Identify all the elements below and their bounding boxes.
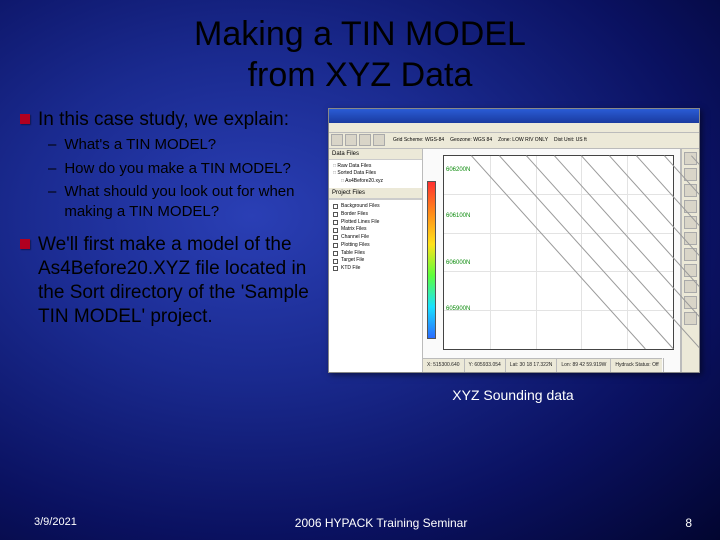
dash-icon: –	[48, 182, 56, 221]
bullet-2-text: We'll first make a model of the As4Befor…	[38, 233, 318, 328]
status-cell: Lat: 30 18 17.322N	[506, 358, 558, 372]
axis-label: 606100N	[446, 213, 470, 219]
file-tree: Raw Data Files Sorted Data Files As4Befo…	[329, 160, 422, 189]
bullet-icon	[20, 114, 30, 124]
topbar-text: Geozone: WGS 84	[450, 137, 492, 143]
checkbox-icon	[333, 266, 338, 271]
bullet-icon	[20, 239, 30, 249]
plot-area: 606200N 606100N 606000N 605900N	[423, 149, 681, 372]
panel-title: Data Files	[329, 149, 422, 160]
file-item: Background Files	[333, 203, 418, 211]
window-toolbar: Grid Scheme: WGS-84 Geozone: WGS 84 Zone…	[329, 133, 699, 149]
status-cell: Hydrack Status: Off	[611, 358, 663, 372]
checkbox-icon	[333, 251, 338, 256]
checkbox-icon	[333, 220, 338, 225]
sub-item: –What should you look out for when makin…	[46, 182, 318, 221]
file-label: Channel File	[341, 234, 369, 242]
status-cell: Y: 605933.054	[465, 358, 506, 372]
slide-footer: 3/9/2021 2006 HYPACK Training Seminar 8	[0, 516, 720, 530]
app-screenshot: Grid Scheme: WGS-84 Geozone: WGS 84 Zone…	[328, 108, 700, 373]
topbar-text: Grid Scheme: WGS-84	[393, 137, 444, 143]
toolbar-button	[331, 134, 343, 146]
file-item: Plotting Files	[333, 242, 418, 250]
file-label: Target File	[341, 257, 364, 265]
axis-label: 605900N	[446, 306, 470, 312]
checkbox-icon	[333, 243, 338, 248]
bullet-1-text: In this case study, we explain:	[38, 108, 289, 132]
file-item: Plotted Lines File	[333, 219, 418, 227]
sub-text: What should you look out for when making…	[64, 182, 318, 221]
toolbar-info: Grid Scheme: WGS-84 Geozone: WGS 84 Zone…	[387, 137, 697, 143]
file-item: Channel File	[333, 234, 418, 242]
file-label: Border Files	[341, 211, 368, 219]
content-area: In this case study, we explain: –What's …	[0, 96, 720, 403]
file-item: Table Files	[333, 250, 418, 258]
project-files: Background Files Border Files Plotted Li…	[329, 199, 422, 372]
slide-title: Making a TIN MODEL from XYZ Data	[0, 0, 720, 96]
sub-text: What's a TIN MODEL?	[64, 135, 216, 155]
checkbox-icon	[333, 212, 338, 217]
footer-page-number: 8	[685, 516, 692, 530]
file-item: Target File	[333, 257, 418, 265]
window-titlebar	[329, 109, 699, 123]
checkbox-icon	[333, 228, 338, 233]
file-label: Background Files	[341, 203, 380, 211]
title-line1: Making a TIN MODEL	[194, 15, 526, 53]
file-item: Border Files	[333, 211, 418, 219]
footer-date: 3/9/2021	[34, 516, 77, 530]
window-body: Data Files Raw Data Files Sorted Data Fi…	[329, 149, 699, 372]
bullet-1: In this case study, we explain:	[20, 108, 318, 132]
checkbox-icon	[333, 259, 338, 264]
topbar-text: Dist Unit: US ft	[554, 137, 587, 143]
sub-text: How do you make a TIN MODEL?	[64, 159, 290, 179]
dash-icon: –	[48, 135, 56, 155]
color-gradient	[427, 181, 436, 339]
bullet-2: We'll first make a model of the As4Befor…	[20, 233, 318, 328]
sub-item: –How do you make a TIN MODEL?	[46, 159, 318, 179]
sub-bullets: –What's a TIN MODEL? –How do you make a …	[46, 135, 318, 221]
title-line2: from XYZ Data	[248, 56, 473, 94]
plot-canvas: 606200N 606100N 606000N 605900N	[443, 155, 674, 350]
footer-seminar: 2006 HYPACK Training Seminar	[77, 516, 685, 530]
tree-item: Raw Data Files	[333, 163, 418, 171]
status-bar: X: 515300.640 Y: 605933.054 Lat: 30 18 1…	[423, 358, 662, 372]
toolbar-button	[359, 134, 371, 146]
panel-title: Project Files	[329, 188, 422, 199]
sub-item: –What's a TIN MODEL?	[46, 135, 318, 155]
tree-item: Sorted Data Files	[333, 170, 418, 178]
file-label: Matrix Files	[341, 226, 367, 234]
file-label: KTD File	[341, 265, 360, 273]
right-column: Grid Scheme: WGS-84 Geozone: WGS 84 Zone…	[318, 108, 698, 403]
checkbox-icon	[333, 235, 338, 240]
file-label: Table Files	[341, 250, 365, 258]
screenshot-caption: XYZ Sounding data	[328, 387, 698, 403]
left-column: In this case study, we explain: –What's …	[20, 108, 318, 403]
toolbar-button	[345, 134, 357, 146]
file-item: Matrix Files	[333, 226, 418, 234]
file-label: Plotting Files	[341, 242, 370, 250]
file-label: Plotted Lines File	[341, 219, 379, 227]
toolbar-button	[373, 134, 385, 146]
left-panel: Data Files Raw Data Files Sorted Data Fi…	[329, 149, 423, 372]
tree-item: As4Before20.xyz	[333, 178, 418, 186]
status-cell: X: 515300.640	[423, 358, 465, 372]
checkbox-icon	[333, 204, 338, 209]
axis-label: 606200N	[446, 167, 470, 173]
window-menubar	[329, 123, 699, 133]
tool-button	[684, 232, 697, 245]
topbar-text: Zone: LOW RIV ONLY	[498, 137, 548, 143]
axis-label: 606000N	[446, 260, 470, 266]
status-cell: Lon: 89 42 59.919W	[557, 358, 611, 372]
dash-icon: –	[48, 159, 56, 179]
file-item: KTD File	[333, 265, 418, 273]
